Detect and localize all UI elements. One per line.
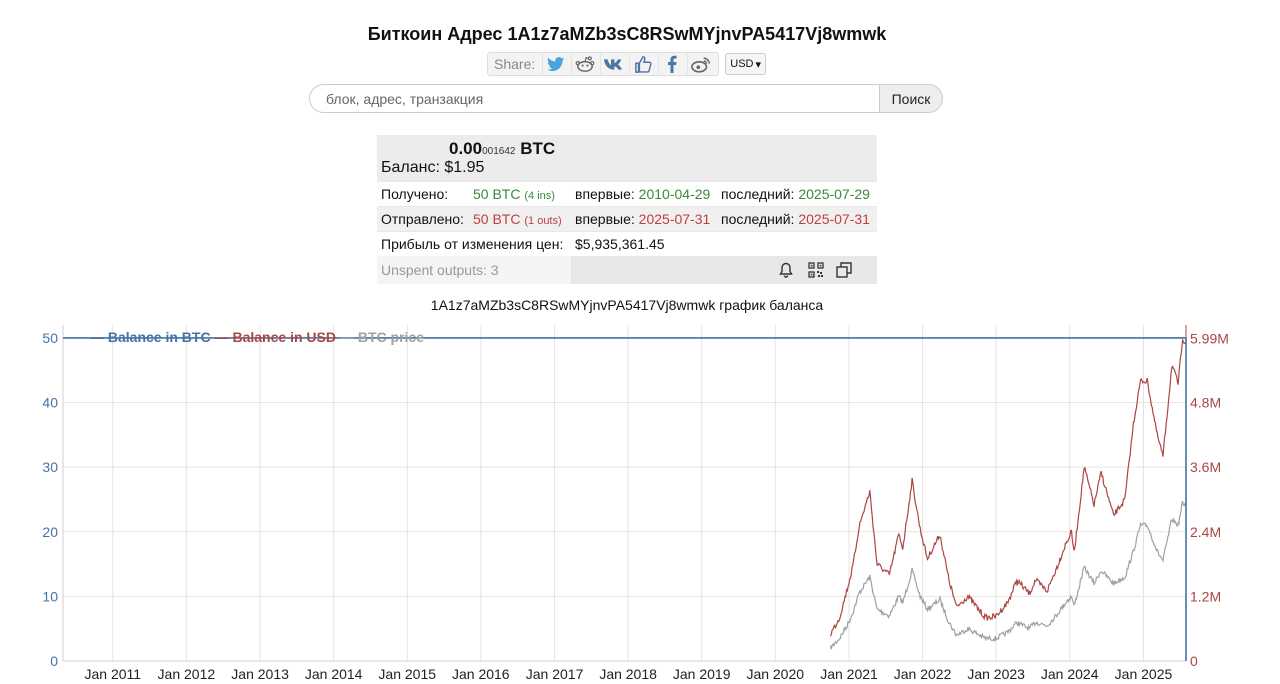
- search-bar: Поиск: [309, 84, 943, 113]
- x-tick-label: Jan 2017: [526, 666, 584, 682]
- currency-select[interactable]: USD ▾: [725, 53, 767, 75]
- sent-first-date: 2025-07-31: [638, 211, 711, 227]
- x-tick-label: Jan 2021: [820, 666, 878, 682]
- balance-block: 0.00001642 BTC Баланс: $1.95: [377, 135, 877, 181]
- received-count: (4 ins): [524, 190, 555, 202]
- actions-cell: [571, 256, 877, 284]
- legend-item: — Balance in BTC: [90, 329, 211, 345]
- series-btc-price: [829, 500, 1187, 650]
- share-box: Share:: [487, 52, 720, 76]
- y-left-tick-label: 30: [42, 459, 58, 475]
- x-tick-label: Jan 2011: [84, 666, 141, 682]
- chart-grid: [63, 325, 1186, 662]
- chart-series: [63, 337, 1187, 661]
- y-left-tick-label: 20: [42, 524, 58, 540]
- x-tick-label: Jan 2018: [599, 666, 657, 682]
- balance-chart: Jan 2011 Jan 2012 Jan 2013 Jan 2014 Jan 2015…: [42, 325, 1229, 682]
- sent-first-label: впервые:: [575, 211, 635, 227]
- x-tick-label: Jan 2013: [231, 666, 289, 682]
- x-tick-label: Jan 2016: [452, 666, 510, 682]
- y-left-tick-label: 40: [42, 395, 58, 411]
- y-left-tick-label: 10: [42, 588, 58, 604]
- currency-value: USD: [730, 58, 754, 70]
- page-title: Биткоин Адрес 1A1z7aMZb3sC8RSwMYjnvPA541…: [367, 24, 887, 44]
- x-tick-label: Jan 2015: [378, 666, 436, 682]
- sent-last-date: 2025-07-31: [798, 211, 870, 227]
- search-input[interactable]: [309, 84, 879, 113]
- share-bar: Share: USD ▾: [487, 52, 767, 76]
- balance-btc: 0.00001642 BTC: [449, 139, 555, 159]
- y-right-tick-label: 2.4M: [1190, 524, 1221, 540]
- balance-usd: $1.95: [444, 159, 485, 176]
- received-last-date: 2025-07-29: [798, 186, 870, 202]
- received-amount: 50 BTC (4 ins): [473, 186, 555, 202]
- y-right-tick-label: 0: [1190, 653, 1198, 669]
- profit-value: $5,935,361.45: [575, 236, 665, 252]
- bell-icon[interactable]: [777, 261, 795, 279]
- x-tick-label: Jan 2019: [673, 666, 731, 682]
- x-tick-label: Jan 2022: [894, 666, 952, 682]
- sent-row: Отправлено: 50 BTC (1 outs) впервые: 202…: [377, 206, 877, 231]
- share-label: Share:: [494, 56, 536, 72]
- chart-legend: — Balance in BTC — Balance in USD — BTC pr…: [90, 329, 424, 345]
- copy-icon[interactable]: [835, 261, 853, 279]
- sent-amount-value: 50 BTC: [473, 211, 521, 227]
- sent-amount: 50 BTC (1 outs): [473, 211, 562, 227]
- sent-first: впервые: 2025-07-31: [575, 211, 710, 227]
- facebook-icon[interactable]: [658, 54, 685, 74]
- twitter-icon[interactable]: [542, 54, 569, 74]
- unspent-cell: Unspent outputs: 3: [377, 256, 571, 284]
- x-tick-label: Jan 2023: [967, 666, 1025, 682]
- x-tick-label: Jan 2020: [746, 666, 804, 682]
- x-tick-label: Jan 2024: [1041, 666, 1099, 682]
- series-balance-usd: [829, 338, 1187, 637]
- vk-icon[interactable]: [600, 54, 627, 74]
- search-button[interactable]: Поиск: [879, 84, 943, 113]
- legend-item: — BTC price: [340, 329, 424, 345]
- balance-usd-line: Баланс: $1.95: [381, 159, 484, 177]
- received-amount-value: 50 BTC: [473, 186, 521, 202]
- x-tick-label: Jan 2012: [158, 666, 216, 682]
- received-first-label: впервые:: [575, 186, 635, 202]
- reddit-icon[interactable]: [571, 54, 598, 74]
- received-row: Получено: 50 BTC (4 ins) впервые: 2010-0…: [377, 181, 877, 206]
- profit-row: Прибыль от изменения цен: $5,935,361.45: [377, 231, 877, 256]
- sent-last-label: последний:: [721, 211, 795, 227]
- balance-btc-unit: BTC: [520, 139, 556, 158]
- chart-axes: Jan 2011 Jan 2012 Jan 2013 Jan 2014 Jan 2015…: [42, 325, 1229, 682]
- unspent-outputs: Unspent outputs: 3: [381, 262, 499, 278]
- y-right-tick-label: 4.8M: [1190, 395, 1221, 411]
- chart-title: 1A1z7aMZb3sC8RSwMYjnvPA5417Vj8wmwk графи…: [430, 297, 824, 313]
- x-tick-label: Jan 2014: [305, 666, 363, 682]
- unspent-row: Unspent outputs: 3: [377, 256, 877, 284]
- received-first: впервые: 2010-04-29: [575, 186, 710, 202]
- chevron-down-icon: ▾: [755, 58, 762, 71]
- sent-count: (1 outs): [524, 215, 562, 227]
- weibo-icon[interactable]: [687, 54, 714, 74]
- balance-btc-small: 001642: [482, 146, 516, 157]
- series-balance-btc: [63, 337, 1187, 661]
- y-left-tick-label: 0: [50, 653, 58, 669]
- received-last-label: последний:: [721, 186, 795, 202]
- y-right-tick-label: 5.99M: [1190, 330, 1229, 346]
- address-summary: 0.00001642 BTC Баланс: $1.95 Получено: 5…: [377, 135, 877, 284]
- received-first-date: 2010-04-29: [638, 186, 711, 202]
- sent-label: Отправлено:: [381, 211, 464, 227]
- balance-label: Баланс:: [381, 159, 440, 176]
- received-label: Получено:: [381, 186, 449, 202]
- sent-last: последний: 2025-07-31: [721, 211, 870, 227]
- balance-btc-main: 0.00: [449, 139, 483, 158]
- y-left-tick-label: 50: [42, 330, 58, 346]
- qr-code-icon[interactable]: [807, 261, 825, 279]
- x-tick-label: Jan 2025: [1115, 666, 1173, 682]
- y-right-tick-label: 3.6M: [1190, 459, 1221, 475]
- profit-label: Прибыль от изменения цен:: [381, 236, 564, 252]
- legend-item: — Balance in USD: [215, 329, 336, 345]
- y-right-tick-label: 1.2M: [1190, 588, 1221, 604]
- received-last: последний: 2025-07-29: [721, 186, 870, 202]
- like-icon[interactable]: [629, 54, 656, 74]
